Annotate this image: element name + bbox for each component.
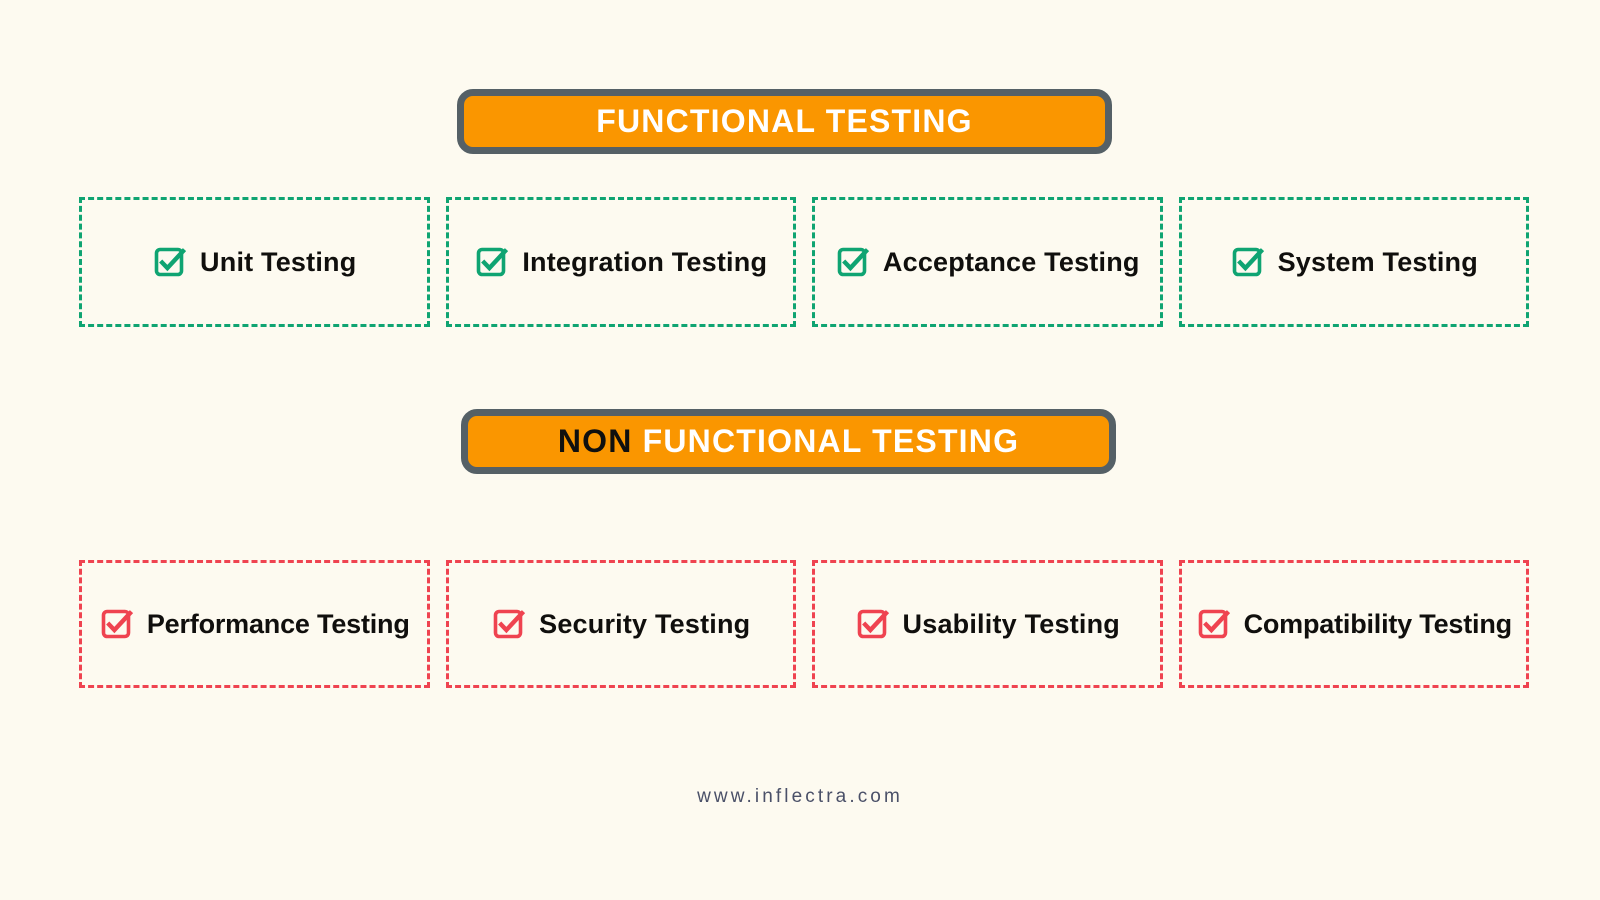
item-label: Acceptance Testing [882, 246, 1140, 277]
item-label: Security Testing [539, 608, 751, 639]
checkbox-checked-icon [835, 245, 870, 279]
checkbox-checked-icon [474, 245, 509, 279]
item-label: Performance Testing [146, 608, 410, 639]
item-box-usability-testing[interactable]: Usability Testing [812, 560, 1163, 688]
item-box-unit-testing[interactable]: Unit Testing [79, 197, 430, 327]
item-box-acceptance-testing[interactable]: Acceptance Testing [812, 197, 1163, 327]
infographic-canvas: FUNCTIONAL TESTING Unit Testing Integrat… [0, 0, 1600, 900]
item-box-performance-testing[interactable]: Performance Testing [79, 560, 430, 688]
banner-non-functional-label: NON FUNCTIONAL TESTING [558, 423, 1019, 460]
checkbox-checked-icon [1196, 607, 1230, 641]
item-box-integration-testing[interactable]: Integration Testing [445, 197, 796, 327]
footer-website-url: www.inflectra.com [697, 786, 903, 807]
banner-suffix-functional-testing: FUNCTIONAL TESTING [642, 423, 1020, 459]
item-box-security-testing[interactable]: Security Testing [445, 560, 796, 688]
item-label: Usability Testing [902, 608, 1120, 639]
item-box-compatibility-testing[interactable]: Compatibility Testing [1178, 560, 1529, 688]
functional-testing-items-row: Unit Testing Integration Testing Accepta… [79, 197, 1529, 327]
banner-non-functional-testing: NON FUNCTIONAL TESTING [461, 409, 1116, 474]
item-label: Integration Testing [522, 246, 768, 277]
item-box-system-testing[interactable]: System Testing [1178, 197, 1529, 327]
banner-functional-label: FUNCTIONAL TESTING [596, 103, 973, 139]
non-functional-testing-items-row: Performance Testing Security Testing Usa… [79, 560, 1529, 688]
item-label: System Testing [1277, 246, 1478, 277]
banner-prefix-non: NON [557, 423, 633, 459]
checkbox-checked-icon [491, 607, 526, 641]
checkbox-checked-icon [152, 245, 187, 279]
item-label: Compatibility Testing [1243, 608, 1513, 639]
item-label: Unit Testing [200, 246, 357, 277]
checkbox-checked-icon [855, 607, 889, 641]
checkbox-checked-icon [1230, 245, 1264, 279]
checkbox-checked-icon [99, 607, 133, 641]
banner-functional-testing: FUNCTIONAL TESTING [457, 89, 1112, 154]
